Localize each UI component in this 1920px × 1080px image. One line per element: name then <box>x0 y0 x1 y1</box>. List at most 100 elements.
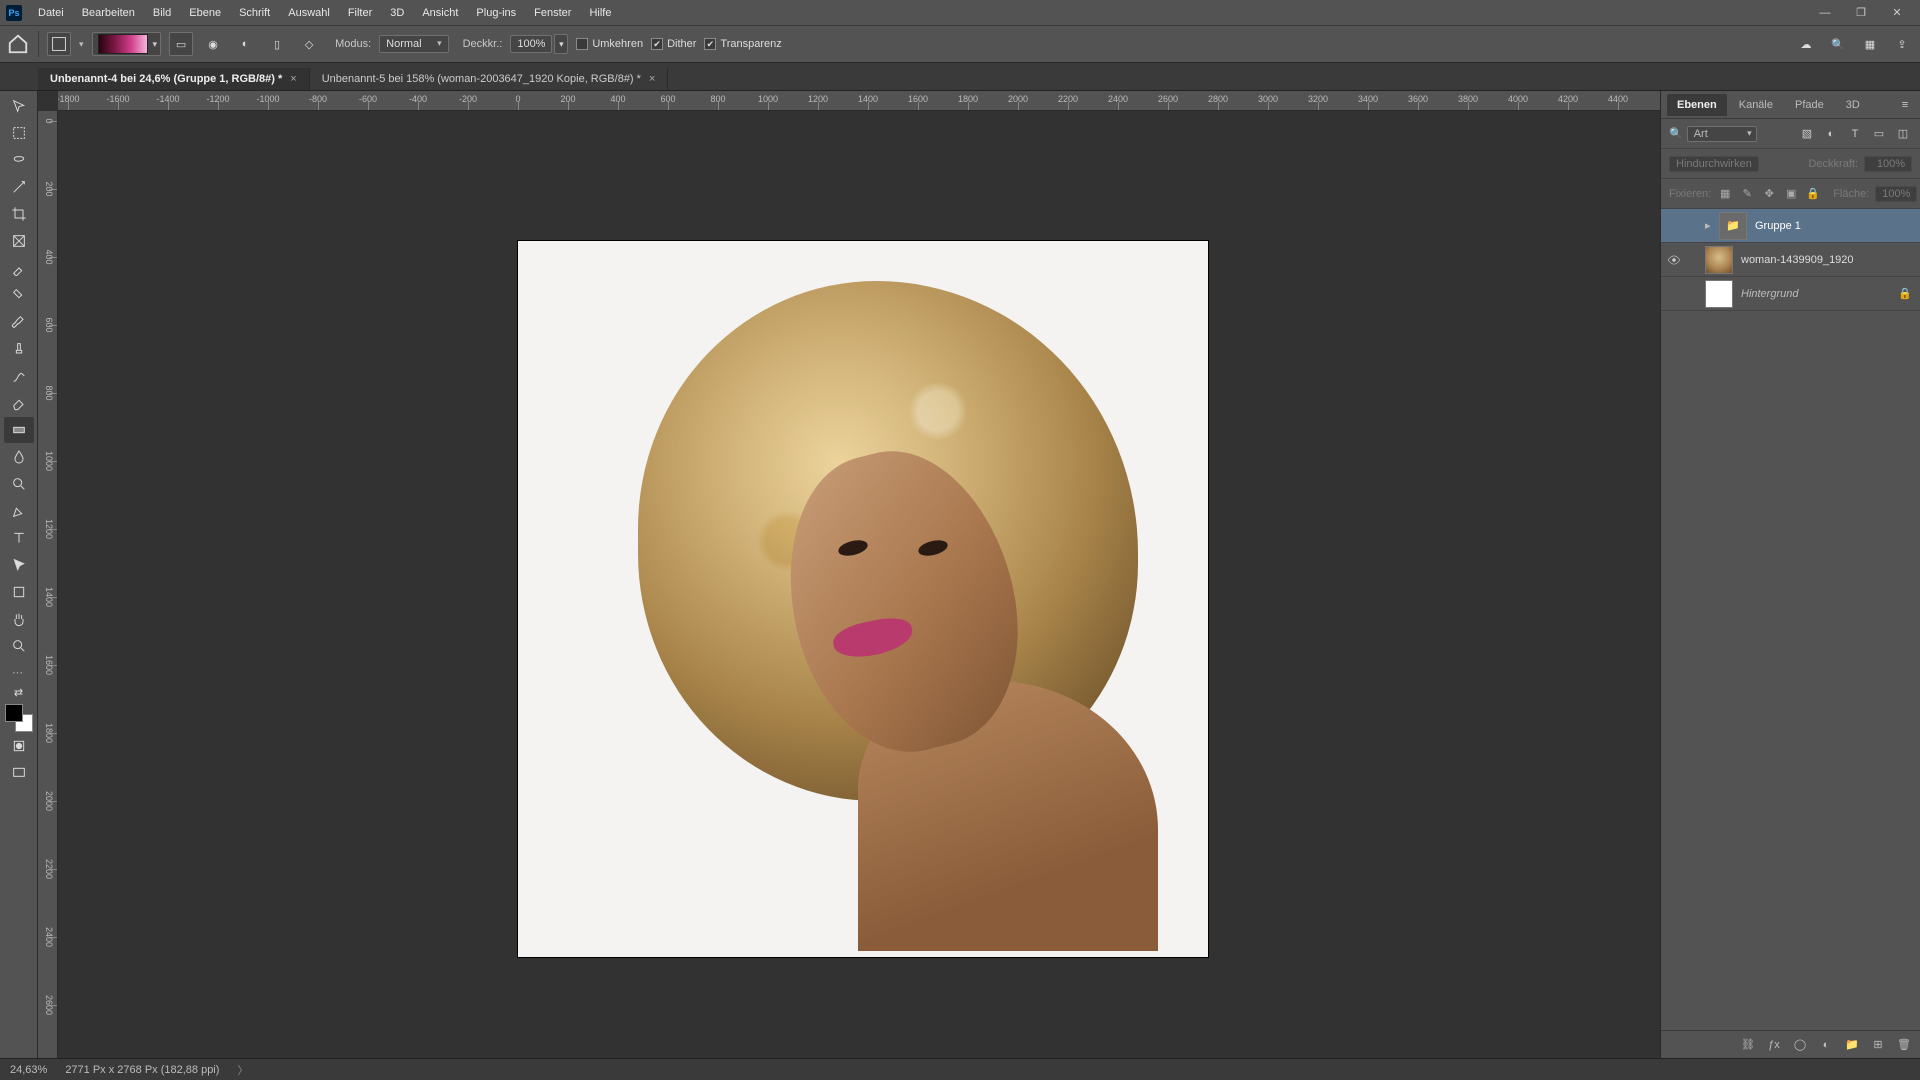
foreground-color-swatch[interactable] <box>5 704 23 722</box>
stamp-tool-icon[interactable] <box>4 336 34 362</box>
share-icon[interactable]: ⇪ <box>1890 32 1914 56</box>
screenmode-icon[interactable] <box>4 760 34 786</box>
close-tab-icon[interactable]: × <box>649 73 655 85</box>
lasso-tool-icon[interactable] <box>4 147 34 173</box>
gradient-reflected-icon[interactable]: ▯ <box>265 32 289 56</box>
tab-3d[interactable]: 3D <box>1836 94 1870 116</box>
heal-tool-icon[interactable] <box>4 282 34 308</box>
eraser-tool-icon[interactable] <box>4 390 34 416</box>
menu-3d[interactable]: 3D <box>382 4 412 22</box>
filter-smart-icon[interactable]: ◫ <box>1894 125 1912 143</box>
tool-preset-icon[interactable] <box>47 32 71 56</box>
eyedropper-tool-icon[interactable] <box>4 255 34 281</box>
fx-icon[interactable]: ƒx <box>1766 1037 1782 1053</box>
brush-tool-icon[interactable] <box>4 309 34 335</box>
menu-filter[interactable]: Filter <box>340 4 380 22</box>
layer-item[interactable]: woman-1439909_1920 <box>1661 243 1920 277</box>
status-more-icon[interactable]: 〉 <box>237 1062 248 1078</box>
filter-shape-icon[interactable]: ▭ <box>1870 125 1888 143</box>
lock-nest-icon[interactable]: ▣ <box>1783 186 1799 202</box>
opacity-input[interactable]: 100% <box>510 35 552 53</box>
menu-ansicht[interactable]: Ansicht <box>414 4 466 22</box>
tab-ebenen[interactable]: Ebenen <box>1667 94 1727 116</box>
filter-type-select[interactable]: Art <box>1687 126 1757 142</box>
layer-background[interactable]: Hintergrund 🔒 <box>1661 277 1920 311</box>
search-icon[interactable]: 🔍 <box>1826 32 1850 56</box>
blend-mode-layer-select[interactable]: Hindurchwirken <box>1669 156 1759 172</box>
pen-tool-icon[interactable] <box>4 498 34 524</box>
close-tab-icon[interactable]: × <box>290 73 296 85</box>
layer-name[interactable]: Gruppe 1 <box>1755 220 1920 232</box>
panel-menu-icon[interactable]: ≡ <box>1896 96 1914 114</box>
dither-checkbox[interactable]: Dither <box>651 38 696 50</box>
blend-mode-select[interactable]: Normal <box>379 35 448 53</box>
lock-paint-icon[interactable]: ✎ <box>1739 186 1755 202</box>
layer-thumbnail[interactable] <box>1705 246 1733 274</box>
layer-group[interactable]: ▸ 📁 Gruppe 1 <box>1661 209 1920 243</box>
shape-tool-icon[interactable] <box>4 579 34 605</box>
gradient-tool-icon[interactable] <box>4 417 34 443</box>
move-tool-icon[interactable] <box>4 93 34 119</box>
menu-schrift[interactable]: Schrift <box>231 4 278 22</box>
layer-opacity-input[interactable]: 100% <box>1864 156 1912 172</box>
doc-dimensions[interactable]: 2771 Px x 2768 Px (182,88 ppi) <box>65 1064 219 1076</box>
menu-ebene[interactable]: Ebene <box>181 4 229 22</box>
gradient-radial-icon[interactable]: ◉ <box>201 32 225 56</box>
adjustment-icon[interactable]: ◐ <box>1818 1037 1834 1053</box>
layer-name[interactable]: Hintergrund <box>1741 288 1898 300</box>
type-tool-icon[interactable] <box>4 525 34 551</box>
menu-auswahl[interactable]: Auswahl <box>280 4 338 22</box>
window-minimize-icon[interactable]: — <box>1808 3 1842 23</box>
document-tab-1[interactable]: Unbenannt-4 bei 24,6% (Gruppe 1, RGB/8#)… <box>38 68 310 90</box>
window-close-icon[interactable]: ✕ <box>1880 3 1914 23</box>
opacity-dropdown-icon[interactable]: ▾ <box>554 34 568 54</box>
gradient-angle-icon[interactable]: ◐ <box>233 32 257 56</box>
filter-pixel-icon[interactable]: ▧ <box>1798 125 1816 143</box>
visibility-toggle[interactable] <box>1661 253 1687 267</box>
horizontal-ruler[interactable]: -1800-1600-1400-1200-1000-800-600-400-20… <box>58 91 1660 111</box>
filter-adjust-icon[interactable]: ◐ <box>1822 125 1840 143</box>
menu-bearbeiten[interactable]: Bearbeiten <box>74 4 143 22</box>
menu-bild[interactable]: Bild <box>145 4 179 22</box>
path-select-tool-icon[interactable] <box>4 552 34 578</box>
group-icon[interactable]: 📁 <box>1844 1037 1860 1053</box>
gradient-diamond-icon[interactable]: ◇ <box>297 32 321 56</box>
more-tools-icon[interactable]: ⋯ <box>4 666 34 679</box>
zoom-tool-icon[interactable] <box>4 633 34 659</box>
swap-colors-icon[interactable]: ⇄ <box>4 685 34 699</box>
filter-type-icon[interactable]: T <box>1846 125 1864 143</box>
link-layers-icon[interactable]: ⛓ <box>1740 1037 1756 1053</box>
color-swatches[interactable] <box>5 704 33 732</box>
gradient-linear-icon[interactable]: ▭ <box>169 32 193 56</box>
tab-kanaele[interactable]: Kanäle <box>1729 94 1783 116</box>
wand-tool-icon[interactable] <box>4 174 34 200</box>
hand-tool-icon[interactable] <box>4 606 34 632</box>
trash-icon[interactable]: 🗑 <box>1896 1037 1912 1053</box>
lock-position-icon[interactable]: ✥ <box>1761 186 1777 202</box>
transparency-checkbox[interactable]: Transparenz <box>704 38 781 50</box>
zoom-readout[interactable]: 24,63% <box>10 1064 47 1076</box>
expand-icon[interactable]: ▸ <box>1705 219 1719 232</box>
frame-tool-icon[interactable] <box>4 228 34 254</box>
gradient-swatch[interactable]: ▾ <box>92 32 162 56</box>
tab-pfade[interactable]: Pfade <box>1785 94 1834 116</box>
document-tab-2[interactable]: Unbenannt-5 bei 158% (woman-2003647_1920… <box>310 68 669 90</box>
dodge-tool-icon[interactable] <box>4 471 34 497</box>
canvas-stage[interactable] <box>58 111 1660 1058</box>
menu-fenster[interactable]: Fenster <box>526 4 579 22</box>
menu-plugins[interactable]: Plug-ins <box>468 4 524 22</box>
mask-icon[interactable]: ◯ <box>1792 1037 1808 1053</box>
lock-pixels-icon[interactable]: ▦ <box>1717 186 1733 202</box>
history-brush-tool-icon[interactable] <box>4 363 34 389</box>
crop-tool-icon[interactable] <box>4 201 34 227</box>
fill-input[interactable]: 100% <box>1875 186 1917 202</box>
layer-thumbnail[interactable] <box>1705 280 1733 308</box>
cloud-docs-icon[interactable]: ☁ <box>1794 32 1818 56</box>
lock-all-icon[interactable]: 🔒 <box>1805 186 1821 202</box>
vertical-ruler[interactable]: 0200400600800100012001400160018002000220… <box>38 111 58 1058</box>
home-icon[interactable] <box>6 32 30 56</box>
workspace-icon[interactable]: ▦ <box>1858 32 1882 56</box>
menu-hilfe[interactable]: Hilfe <box>581 4 619 22</box>
quickmask-icon[interactable] <box>4 733 34 759</box>
reverse-checkbox[interactable]: Umkehren <box>576 38 643 50</box>
